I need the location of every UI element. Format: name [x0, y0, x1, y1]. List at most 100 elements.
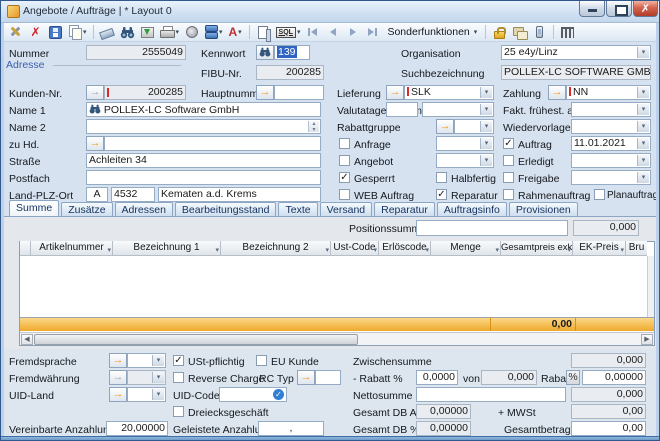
- planauftrag-checkbox[interactable]: [594, 189, 605, 200]
- zu-hd-field[interactable]: [104, 136, 321, 151]
- clear-button[interactable]: [99, 24, 116, 41]
- grid-header-erloescode[interactable]: Erlöscode: [379, 241, 431, 256]
- search-button[interactable]: [119, 24, 136, 41]
- zahlung-combo[interactable]: NN: [566, 85, 651, 100]
- grid-header-ek-preis[interactable]: EK-Preis: [573, 241, 626, 256]
- filter-dropdown-icon[interactable]: [620, 244, 624, 256]
- nav-first-button[interactable]: [304, 25, 321, 40]
- chevron-down-icon[interactable]: [637, 104, 649, 115]
- lieferung-combo[interactable]: SLK: [404, 85, 494, 100]
- filter-dropdown-icon[interactable]: [567, 244, 571, 256]
- eu-kunde-checkbox[interactable]: [256, 355, 267, 366]
- close-button[interactable]: [633, 1, 658, 17]
- zahlung-lookup-button[interactable]: [548, 85, 566, 100]
- chevron-down-icon[interactable]: [637, 47, 649, 58]
- phone-button[interactable]: [531, 24, 548, 41]
- filter-dropdown-icon[interactable]: [215, 244, 219, 256]
- auftrag-checkbox[interactable]: ✓: [503, 138, 514, 149]
- scroll-right-arrow-icon[interactable]: ▶: [641, 334, 653, 345]
- copy-dropdown-caret[interactable]: ▾: [83, 28, 87, 36]
- grid-vertical-scrollbar[interactable]: [647, 256, 654, 317]
- chevron-down-icon[interactable]: [637, 121, 649, 132]
- halbfertig-checkbox[interactable]: [436, 172, 447, 183]
- rc-typ-field[interactable]: [315, 370, 341, 385]
- tab-zusaetze[interactable]: Zusätze: [61, 202, 112, 216]
- uid-code-field[interactable]: [219, 387, 287, 402]
- grid-header-artikelnummer[interactable]: Artikelnummer: [31, 241, 113, 256]
- grill-button[interactable]: [559, 24, 576, 41]
- verify-check-icon[interactable]: [273, 389, 284, 400]
- export-button[interactable]: [139, 24, 156, 41]
- fibu-field[interactable]: 200285: [256, 65, 324, 80]
- positionssumme-input[interactable]: [416, 220, 568, 236]
- filter-dropdown-icon[interactable]: [495, 244, 499, 256]
- format-dropdown-caret[interactable]: ▾: [238, 28, 242, 36]
- filter-dropdown-icon[interactable]: [373, 244, 377, 256]
- rabatt-prozent-field[interactable]: 0,0000: [416, 370, 458, 385]
- nav-previous-button[interactable]: [324, 25, 341, 40]
- grid-horizontal-scrollbar[interactable]: ◀ ▶: [20, 332, 654, 345]
- anfrage-checkbox[interactable]: [339, 138, 350, 149]
- rabatt-field[interactable]: 0,00000: [582, 370, 646, 385]
- reparatur-checkbox[interactable]: ✓: [436, 189, 447, 200]
- settings-button[interactable]: [7, 24, 24, 41]
- hauptnummer-lookup-button[interactable]: [256, 85, 274, 100]
- geleistete-anzahlung-field[interactable]: ,: [258, 421, 324, 436]
- fremdsprache-combo[interactable]: [127, 353, 166, 368]
- strasse-field[interactable]: Achleiten 34: [86, 153, 321, 168]
- tab-bearbeitungsstand[interactable]: Bearbeitungsstand: [175, 202, 277, 216]
- name1-field[interactable]: POLLEX-LC Software GmbH: [86, 102, 321, 117]
- dreiecksgeschaeft-checkbox[interactable]: [173, 406, 184, 417]
- nav-last-button[interactable]: [364, 25, 381, 40]
- chevron-down-icon[interactable]: [637, 155, 649, 166]
- rabattgruppe-combo[interactable]: [454, 119, 494, 134]
- print-button[interactable]: ▾: [159, 24, 181, 41]
- lieferung-lookup-button[interactable]: [386, 85, 404, 100]
- uid-land-lookup-button[interactable]: [109, 387, 127, 402]
- erledigt-date-combo[interactable]: [571, 153, 651, 168]
- valutatage-field[interactable]: [386, 102, 418, 117]
- postfach-field[interactable]: [86, 170, 321, 185]
- wiedervorlage-combo[interactable]: [571, 119, 651, 134]
- angebot-checkbox[interactable]: [339, 155, 350, 166]
- binoculars-icon[interactable]: [89, 103, 101, 115]
- ust-pflichtig-checkbox[interactable]: ✓: [173, 355, 184, 366]
- gesamtbetrag-field[interactable]: 0,00: [571, 421, 646, 436]
- filter-dropdown-icon[interactable]: [425, 244, 429, 256]
- seal-button[interactable]: [183, 24, 200, 41]
- grid-header-bezeichnung1[interactable]: Bezeichnung 1: [113, 241, 221, 256]
- save-button[interactable]: [47, 24, 64, 41]
- fremdwaehrung-lookup-button[interactable]: [109, 370, 127, 385]
- maximize-button[interactable]: [606, 1, 632, 17]
- cards-button[interactable]: [511, 24, 528, 41]
- scrollbar-thumb[interactable]: [34, 334, 358, 345]
- hauptnummer-field[interactable]: [274, 85, 324, 100]
- chevron-down-icon[interactable]: [152, 389, 164, 400]
- chevron-down-icon[interactable]: [480, 87, 492, 98]
- web-auftrag-checkbox[interactable]: [339, 189, 350, 200]
- gesperrt-checkbox[interactable]: ✓: [339, 172, 350, 183]
- chevron-down-icon[interactable]: [637, 172, 649, 183]
- kennwort-search-button[interactable]: [256, 45, 274, 60]
- filter-dropdown-icon[interactable]: [107, 244, 111, 256]
- organisation-combo[interactable]: 25 e4y/Linz: [501, 45, 651, 60]
- minimize-button[interactable]: [579, 1, 605, 17]
- fremdwaehrung-combo[interactable]: [127, 370, 166, 385]
- freigabe-date-combo[interactable]: [571, 170, 651, 185]
- rabattgruppe-lookup-button[interactable]: [436, 119, 454, 134]
- lock-button[interactable]: [491, 24, 508, 41]
- tab-provisionen[interactable]: Provisionen: [509, 202, 578, 216]
- chevron-down-icon[interactable]: [480, 138, 492, 149]
- zu-hd-lookup-button[interactable]: [86, 136, 104, 151]
- fremdsprache-lookup-button[interactable]: [109, 353, 127, 368]
- layers-dropdown-caret[interactable]: ▾: [219, 28, 223, 36]
- sql-button[interactable]: SQL▾: [275, 24, 302, 41]
- reverse-charge-checkbox[interactable]: [173, 372, 184, 383]
- tab-adressen[interactable]: Adressen: [115, 202, 173, 216]
- tab-versand[interactable]: Versand: [320, 202, 373, 216]
- kunden-nr-field[interactable]: 200285: [104, 85, 186, 100]
- tab-texte[interactable]: Texte: [278, 202, 317, 216]
- chevron-down-icon[interactable]: [480, 104, 492, 115]
- rabatt-percent-button[interactable]: %: [566, 370, 580, 385]
- vereinbarte-anzahlung-field[interactable]: 20,00000: [106, 421, 168, 436]
